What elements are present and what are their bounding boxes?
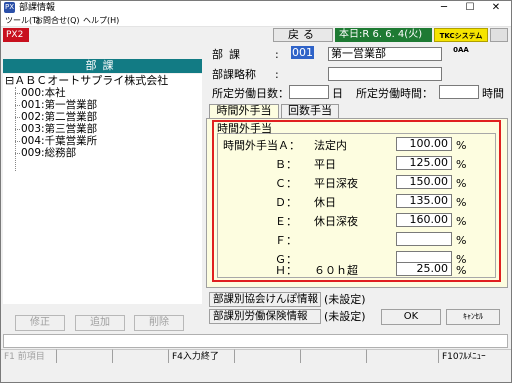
labor-insurance-status: (未設定) [324,310,366,323]
tab-overtime[interactable]: 時間外手当 [209,104,279,119]
menu-help[interactable]: ヘルプ(H) [83,15,119,27]
collapse-icon[interactable]: ⊟ [5,74,14,87]
tree-connector [15,105,20,106]
overtime-rate-field[interactable]: 125.00 [396,156,452,170]
overtime-key: Ｂ： [275,158,297,171]
percent-unit: % [456,264,467,277]
overtime-rate-field[interactable] [396,232,452,246]
abbr-field[interactable] [328,67,442,81]
dept-colon: : [275,48,279,61]
toolbar-blank [31,28,271,42]
add-button[interactable]: 追加 [75,315,125,331]
tkc-logo: TKCシステム0AA [434,28,488,54]
percent-unit: % [456,215,467,228]
tree-item[interactable]: 001:第一営業部 [21,99,97,111]
tree-root-label: ＡＢＣオートサプライ株式会社 [14,74,169,87]
menu-bar: ツール(T) お問合せ(Q) ヘルプ(H) [1,15,511,27]
kenpo-info-button[interactable]: 部課別協会けんぽ情報 [209,292,321,307]
tree-connector [15,141,20,142]
overtime-rate-field[interactable]: 25.00 [396,262,452,276]
f4-key[interactable]: F4入力終了 [169,349,235,363]
f6-key[interactable] [301,349,367,363]
toolbar: PX2 戻る 本日:R 6. 6. 4(火) TKCシステム0AA [1,27,511,54]
tree-item[interactable]: 002:第二営業部 [21,111,97,123]
dept-code-field[interactable]: 001 [289,46,325,61]
maximize-icon[interactable]: ☐ [457,1,483,15]
tree-connector [15,129,20,130]
percent-unit: % [456,177,467,190]
dept-code: 001 [291,46,314,59]
tree-connector [15,93,20,94]
overtime-rate-field[interactable]: 160.00 [396,213,452,227]
work-days-field[interactable] [289,85,329,99]
overtime-name: 平日深夜 [314,177,358,190]
overtime-key: Ｈ： [275,264,297,277]
work-hours-unit: 時間 [482,87,504,100]
app-window: PX 部課情報 ─ ☐ ✕ ツール(T) お問合せ(Q) ヘルプ(H) PX2 … [0,0,512,383]
today-date: 本日:R 6. 6. 4(火) [335,28,432,42]
tree-root[interactable]: ⊟ＡＢＣオートサプライ株式会社 [5,74,168,87]
overtime-rate-field[interactable]: 150.00 [396,175,452,189]
department-tree[interactable]: ⊟ＡＢＣオートサプライ株式会社 000:本社 001:第一営業部 002:第二営… [3,74,202,304]
f10-key[interactable]: F10ﾌﾙﾒﾆｭｰ [439,349,511,363]
message-bar [3,334,508,348]
window-title: 部課情報 [19,3,56,13]
tree-connector [15,117,20,118]
overtime-key: Ｅ： [275,215,297,228]
app-icon: PX [4,2,15,13]
dept-label: 部課 [212,48,246,61]
percent-unit: % [456,196,467,209]
overtime-key: Ｆ： [275,234,297,247]
cancel-button[interactable]: ｷｬﾝｾﾙ [446,309,500,325]
overtime-name: ６０ｈ超 [314,264,358,277]
edit-button[interactable]: 修正 [15,315,65,331]
work-hours-label: 所定労働時間： [356,87,433,100]
f1-key[interactable]: F1 前項目 [1,349,57,363]
tree-item[interactable]: 004:千葉営業所 [21,135,97,147]
abbr-label: 部課略称 [212,68,256,81]
overtime-name: 法定内 [314,139,347,152]
work-days-label: 所定労働日数： [212,87,289,100]
title-bar: PX 部課情報 ─ ☐ ✕ [1,1,511,15]
close-icon[interactable]: ✕ [483,1,509,15]
overtime-key: Ｃ： [275,177,297,190]
dept-name-field[interactable]: 第一営業部 [328,47,442,61]
abbr-colon: : [275,68,279,81]
tree-item[interactable]: 003:第三営業部 [21,123,97,135]
overtime-rate-field[interactable]: 135.00 [396,194,452,208]
f5-key[interactable] [235,349,301,363]
labor-insurance-button[interactable]: 部課別労働保険情報 [209,309,321,324]
percent-unit: % [456,234,467,247]
overtime-key: Ｄ： [275,196,297,209]
work-days-unit: 日 [332,87,343,100]
delete-button[interactable]: 削除 [134,315,184,331]
overtime-group [217,133,496,278]
percent-unit: % [456,139,467,152]
kenpo-status: (未設定) [324,293,366,306]
percent-unit: % [456,158,467,171]
overtime-rate-field[interactable]: 100.00 [396,137,452,151]
overtime-name: 平日 [314,158,336,171]
tree-item[interactable]: 009:総務部 [21,147,76,159]
f7-key[interactable] [367,349,439,363]
menu-inquiry[interactable]: お問合せ(Q) [35,15,80,27]
f2-key[interactable] [57,349,113,363]
work-hours-field[interactable] [439,85,479,99]
overtime-title: 時間外手当 [217,122,272,135]
tree-header: 部課 [3,59,202,73]
tab-count-allowance[interactable]: 回数手当 [281,104,339,118]
function-key-bar: F1 前項目 F4入力終了 F10ﾌﾙﾒﾆｭｰ [1,349,511,363]
overtime-key: 時間外手当Ａ： [223,139,300,152]
overtime-name: 休日深夜 [314,215,358,228]
product-badge: PX2 [3,28,29,42]
tree-connector [15,153,20,154]
ok-button[interactable]: OK [381,309,441,325]
back-button[interactable]: 戻る [273,28,333,42]
overtime-name: 休日 [314,196,336,209]
minimize-icon[interactable]: ─ [431,1,457,15]
f3-key[interactable] [113,349,169,363]
tree-item[interactable]: 000:本社 [21,87,66,99]
toolbar-end-button[interactable] [490,28,508,42]
